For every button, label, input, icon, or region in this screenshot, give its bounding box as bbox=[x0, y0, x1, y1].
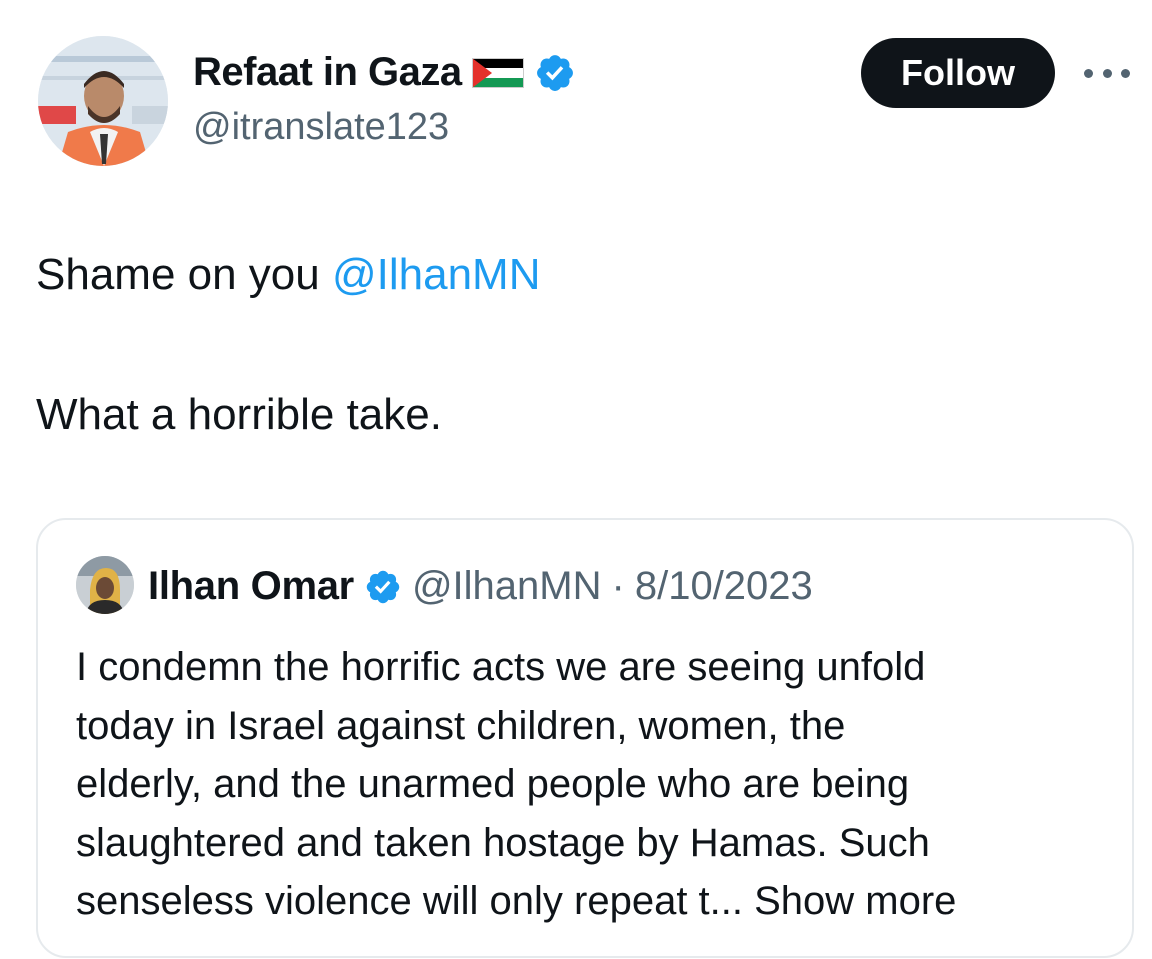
quoted-tweet-date[interactable]: 8/10/2023 bbox=[635, 564, 813, 609]
meta-separator: · bbox=[611, 564, 625, 608]
author-name-row: Refaat in Gaza bbox=[193, 50, 576, 95]
verified-badge-icon bbox=[366, 570, 400, 603]
quoted-tweet-card[interactable]: Ilhan Omar @IlhanMN · 8/10/2023 I condem… bbox=[36, 518, 1134, 958]
quoted-author-avatar[interactable] bbox=[76, 556, 134, 614]
author-handle[interactable]: @itranslate123 bbox=[193, 106, 449, 149]
quoted-text-line: today in Israel against children, women,… bbox=[76, 703, 846, 748]
quoted-tweet-text: I condemn the horrific acts we are seein… bbox=[76, 638, 1116, 931]
dot bbox=[1102, 68, 1112, 78]
quoted-text-line-last: senseless violence will only repeat t...… bbox=[76, 872, 1116, 931]
quoted-text-line: I condemn the horrific acts we are seein… bbox=[76, 645, 926, 689]
palestine-flag-icon bbox=[471, 57, 524, 88]
dot bbox=[1084, 68, 1093, 78]
follow-button[interactable]: Follow bbox=[861, 38, 1055, 108]
quoted-author-handle[interactable]: @IlhanMN bbox=[412, 564, 602, 609]
more-options-icon[interactable] bbox=[1084, 60, 1130, 86]
verified-badge-icon bbox=[536, 54, 573, 91]
quoted-tweet-header: Ilhan Omar @IlhanMN · 8/10/2023 bbox=[148, 564, 813, 609]
quoted-text-line: slaughtered and taken hostage by Hamas. … bbox=[76, 820, 930, 865]
show-more-link[interactable]: Show more bbox=[754, 879, 956, 923]
tweet-text-prefix: Shame on you bbox=[36, 250, 332, 299]
author-avatar[interactable] bbox=[38, 36, 168, 166]
quoted-author-name[interactable]: Ilhan Omar bbox=[148, 564, 354, 609]
tweet-text-line-1: Shame on you @IlhanMN bbox=[36, 250, 540, 300]
dot bbox=[1121, 68, 1130, 78]
mention-link[interactable]: @IlhanMN bbox=[332, 250, 541, 299]
author-display-name[interactable]: Refaat in Gaza bbox=[193, 50, 462, 95]
quoted-text-line: elderly, and the unarmed people who are … bbox=[76, 762, 910, 806]
tweet[interactable]: Refaat in Gaza @itranslate123 Follow Sha… bbox=[0, 0, 1152, 959]
tweet-text-line-2: What a horrible take. bbox=[36, 390, 442, 439]
quoted-text-truncated: senseless violence will only repeat t... bbox=[76, 879, 743, 923]
